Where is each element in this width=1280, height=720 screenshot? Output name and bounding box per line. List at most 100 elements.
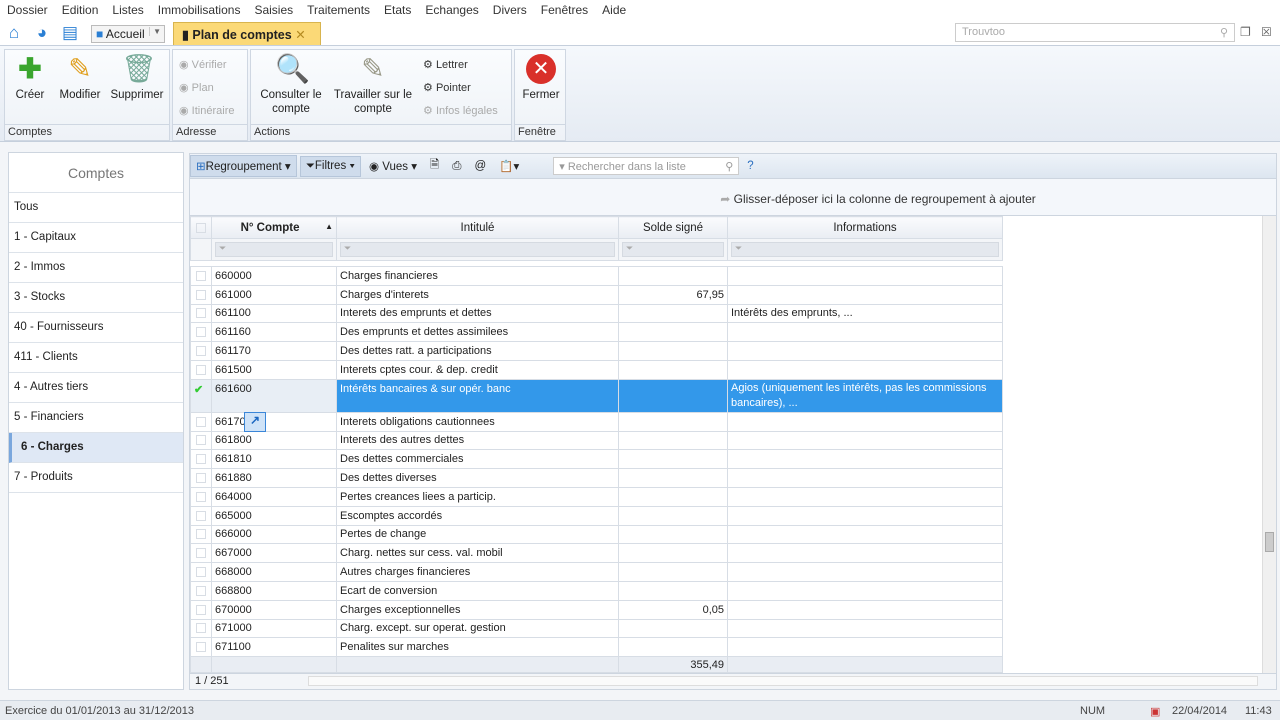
- table-row[interactable]: 661500 Interets cptes cour. & dep. credit: [190, 359, 1003, 380]
- preview-icon[interactable]: 🗎: [425, 154, 444, 179]
- row-checkbox[interactable]: [190, 486, 212, 507]
- row-checkbox[interactable]: ✔: [190, 378, 212, 413]
- row-checkbox[interactable]: [190, 505, 212, 526]
- travailler-compte-button[interactable]: ✎ Travailler sur le compte: [331, 54, 415, 116]
- email-icon[interactable]: @: [469, 157, 491, 175]
- row-checkbox[interactable]: [190, 430, 212, 451]
- regroupement-button[interactable]: ⊞Regroupement ▾: [190, 155, 297, 177]
- menu-divers[interactable]: Divers: [486, 0, 534, 21]
- menu-etats[interactable]: Etats: [377, 0, 418, 21]
- menu-aide[interactable]: Aide: [595, 0, 633, 21]
- pointer-button[interactable]: ⚙ Pointer: [423, 81, 471, 99]
- row-checkbox[interactable]: [190, 284, 212, 305]
- fermer-button[interactable]: ✕ Fermer: [517, 54, 565, 102]
- table-row[interactable]: 661170 Des dettes ratt. a participations: [190, 341, 1003, 361]
- row-checkbox[interactable]: [190, 341, 212, 361]
- col-header-compte[interactable]: N° Compte ▲: [211, 216, 337, 239]
- menu-dossier[interactable]: Dossier: [0, 0, 55, 21]
- filtres-button[interactable]: ⏷Filtres ▾: [299, 155, 362, 177]
- creer-button[interactable]: ✚ Créer: [9, 54, 51, 102]
- menu-listes[interactable]: Listes: [105, 0, 150, 21]
- clipboard-icon[interactable]: 📋▾: [494, 156, 524, 176]
- table-row[interactable]: 671100 Penalites sur marches: [190, 637, 1003, 658]
- chevron-down-icon[interactable]: ▼: [149, 27, 164, 36]
- table-row[interactable]: 670000 Charges exceptionnelles 0,05: [190, 599, 1003, 620]
- itineraire-button[interactable]: ◉ Itinéraire: [179, 104, 234, 122]
- category-item[interactable]: 4 - Autres tiers: [9, 373, 183, 403]
- menu-immobilisations[interactable]: Immobilisations: [151, 0, 248, 21]
- spreadsheet-icon[interactable]: ▤: [60, 24, 80, 42]
- global-search-input[interactable]: Trouvtoo ⚲: [955, 23, 1235, 42]
- table-row[interactable]: 660000 Charges financieres: [190, 266, 1003, 286]
- table-row[interactable]: 665000 Escomptes accordés: [190, 505, 1003, 526]
- table-row[interactable]: 661000 Charges d'interets 67,95: [190, 284, 1003, 305]
- filter-informations[interactable]: ⏷: [727, 238, 1003, 261]
- menu-fenêtres[interactable]: Fenêtres: [534, 0, 595, 21]
- row-checkbox[interactable]: [190, 580, 212, 601]
- row-checkbox[interactable]: [190, 599, 212, 620]
- row-checkbox[interactable]: [190, 266, 212, 286]
- table-row[interactable]: 661100 Interets des emprunts et dettes Int…: [190, 303, 1003, 324]
- row-checkbox[interactable]: [190, 322, 212, 343]
- row-checkbox[interactable]: [190, 303, 212, 324]
- col-header-informations[interactable]: Informations: [727, 216, 1003, 239]
- vertical-scrollbar[interactable]: [1262, 216, 1276, 674]
- horizontal-scrollbar[interactable]: [308, 676, 1258, 686]
- row-checkbox[interactable]: [190, 468, 212, 488]
- table-row[interactable]: ✔ 661600 Intérêts bancaires & sur opér. ba…: [190, 378, 1003, 413]
- help-button[interactable]: ?: [747, 160, 753, 172]
- verifier-button[interactable]: ◉ Vérifier: [179, 58, 227, 76]
- category-item[interactable]: 411 - Clients: [9, 343, 183, 373]
- list-search-input[interactable]: ▾ Rechercher dans la liste ⚲: [553, 157, 740, 175]
- row-checkbox[interactable]: [190, 637, 212, 658]
- table-row[interactable]: 661800 Interets des autres dettes: [190, 430, 1003, 451]
- category-item[interactable]: 3 - Stocks: [9, 283, 183, 313]
- row-checkbox[interactable]: [190, 562, 212, 582]
- col-header-intitule[interactable]: Intitulé: [336, 216, 619, 239]
- home-icon[interactable]: ⌂: [4, 24, 24, 42]
- table-row[interactable]: 661880 Des dettes diverses: [190, 468, 1003, 488]
- category-item[interactable]: 6 - Charges: [9, 433, 183, 463]
- row-checkbox[interactable]: [190, 524, 212, 545]
- category-item[interactable]: 7 - Produits: [9, 463, 183, 493]
- infos-legales-button[interactable]: ⚙ Infos légales: [423, 104, 498, 122]
- category-item[interactable]: Tous: [9, 193, 183, 223]
- restore-icon[interactable]: ❐: [1240, 25, 1251, 39]
- row-checkbox[interactable]: [190, 618, 212, 639]
- category-item[interactable]: 5 - Financiers: [9, 403, 183, 433]
- close-icon[interactable]: ✕: [295, 28, 305, 42]
- modifier-button[interactable]: ✎ Modifier: [55, 54, 105, 102]
- tab-plan-de-comptes[interactable]: ▮ Plan de comptes ✕: [173, 22, 321, 45]
- filter-solde[interactable]: ⏷: [618, 238, 728, 261]
- filter-intitule[interactable]: ⏷: [336, 238, 619, 261]
- category-item[interactable]: 40 - Fournisseurs: [9, 313, 183, 343]
- lettrer-button[interactable]: ⚙ Lettrer: [423, 58, 468, 76]
- tab-accueil[interactable]: ■ Accueil ▼: [91, 25, 165, 43]
- menu-traitements[interactable]: Traitements: [300, 0, 377, 21]
- window-close-icon[interactable]: ☒: [1261, 25, 1272, 39]
- menu-echanges[interactable]: Echanges: [418, 0, 485, 21]
- table-row[interactable]: 664000 Pertes creances liees a particip.: [190, 486, 1003, 507]
- table-row[interactable]: 661700 Interets obligations cautionnees: [190, 411, 1003, 432]
- category-item[interactable]: 2 - Immos: [9, 253, 183, 283]
- consulter-compte-button[interactable]: 🔍 Consulter le compte: [255, 54, 327, 116]
- menu-saisies[interactable]: Saisies: [247, 0, 300, 21]
- row-checkbox[interactable]: [190, 359, 212, 380]
- filter-compte[interactable]: ⏷: [211, 238, 337, 261]
- col-header-solde[interactable]: Solde signé: [618, 216, 728, 239]
- select-all-checkbox[interactable]: [190, 216, 212, 239]
- table-row[interactable]: 667000 Charg. nettes sur cess. val. mobil: [190, 543, 1003, 564]
- plan-button[interactable]: ◉ Plan: [179, 81, 214, 99]
- supprimer-button[interactable]: 🗑 Supprimer: [107, 54, 167, 102]
- row-checkbox[interactable]: [190, 543, 212, 564]
- table-row[interactable]: 668000 Autres charges financieres: [190, 562, 1003, 582]
- print-icon[interactable]: ⎙: [447, 157, 466, 176]
- table-row[interactable]: 668800 Ecart de conversion: [190, 580, 1003, 601]
- table-row[interactable]: 661160 Des emprunts et dettes assimilees: [190, 322, 1003, 343]
- table-row[interactable]: 671000 Charg. except. sur operat. gestion: [190, 618, 1003, 639]
- category-item[interactable]: 1 - Capitaux: [9, 223, 183, 253]
- vues-button[interactable]: ◉ Vues ▾: [364, 156, 422, 176]
- menu-edition[interactable]: Edition: [55, 0, 106, 21]
- row-checkbox[interactable]: [190, 411, 212, 432]
- table-row[interactable]: 661810 Des dettes commerciales: [190, 449, 1003, 470]
